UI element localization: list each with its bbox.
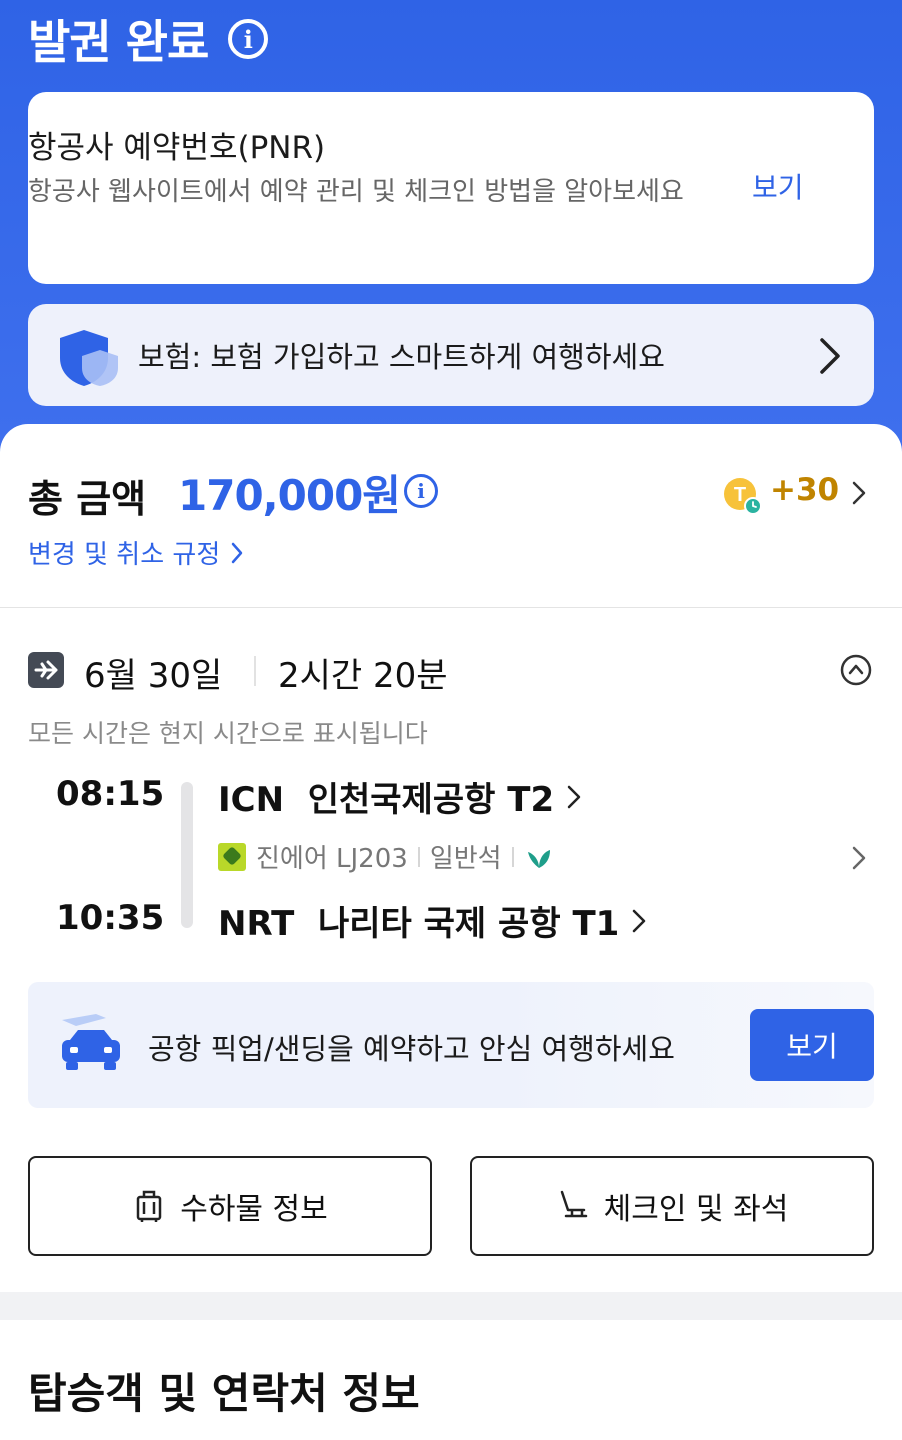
arrival-time: 10:35 — [56, 898, 165, 938]
timezone-note: 모든 시간은 현지 시간으로 표시됩니다 — [28, 719, 428, 748]
pnr-view-link[interactable]: 보기 — [752, 166, 804, 206]
flight-timeline-bar — [181, 782, 193, 928]
flight-date: 6월 30일 — [84, 656, 223, 696]
departure-airport[interactable]: ICN 인천국제공항 T2 — [218, 772, 582, 821]
divider — [417, 846, 420, 867]
airline-info[interactable]: 진에어 LJ203 일반석 — [218, 838, 552, 875]
flight-duration: 2시간 20분 — [278, 656, 448, 696]
jinair-logo-icon — [218, 842, 246, 871]
pickup-text: 공항 픽업/샌딩을 예약하고 안심 여행하세요 — [148, 1032, 675, 1066]
page-title: 발권 완료 — [28, 15, 209, 69]
insurance-text: 보험: 보험 가입하고 스마트하게 여행하세요 — [138, 340, 665, 374]
departure-time: 08:15 — [56, 774, 165, 814]
departure-airport-label: ICN 인천국제공항 T2 — [218, 780, 555, 820]
price-info-icon[interactable]: i — [404, 474, 438, 508]
seat-icon — [560, 1190, 587, 1218]
chevron-up-circle-icon[interactable] — [840, 654, 872, 686]
section-divider — [0, 607, 902, 608]
airline-flight: 진에어 LJ203 — [256, 844, 408, 874]
total-label: 총 금액 — [28, 477, 147, 521]
luggage-icon — [136, 1190, 162, 1222]
divider — [511, 846, 514, 867]
chevron-right-icon — [633, 909, 646, 932]
eco-leaf-icon — [527, 849, 550, 868]
svg-text:T: T — [734, 484, 746, 506]
car-plane-icon — [62, 1014, 120, 1070]
arrival-airport-label: NRT 나리타 국제 공항 T1 — [218, 904, 620, 944]
points-earned[interactable]: +30 — [770, 472, 839, 508]
policy-label: 변경 및 취소 규정 — [28, 540, 221, 570]
divider — [254, 656, 256, 686]
checkin-seat-button[interactable]: 체크인 및 좌석 — [470, 1156, 874, 1256]
airplane-icon — [28, 652, 64, 688]
total-amount: 170,000원 — [178, 471, 401, 520]
insurance-banner[interactable]: 보험: 보험 가입하고 스마트하게 여행하세요 — [28, 304, 874, 406]
info-icon[interactable]: i — [228, 19, 269, 59]
passenger-section-title: 탑승객 및 연락처 정보 — [28, 1369, 420, 1418]
checkin-label: 체크인 및 좌석 — [603, 1192, 789, 1227]
pickup-view-button[interactable]: 보기 — [750, 1009, 874, 1081]
arrival-airport[interactable]: NRT 나리타 국제 공항 T1 — [218, 896, 647, 945]
pnr-title: 항공사 예약번호(PNR) — [28, 130, 326, 166]
baggage-info-button[interactable]: 수하물 정보 — [28, 1156, 432, 1256]
page-header: 발권 완료 i — [28, 8, 269, 70]
cabin-class: 일반석 — [429, 844, 502, 874]
chevron-right-icon — [231, 542, 243, 563]
chevron-right-icon — [820, 338, 840, 374]
chevron-right-icon[interactable] — [850, 844, 868, 872]
shield-icon — [60, 330, 118, 386]
points-coin-icon: T — [724, 478, 762, 515]
cancellation-policy-link[interactable]: 변경 및 취소 규정 — [28, 534, 244, 571]
chevron-right-icon[interactable] — [850, 480, 868, 506]
section-separator — [0, 1292, 902, 1320]
chevron-right-icon — [567, 785, 581, 808]
baggage-label: 수하물 정보 — [180, 1192, 328, 1227]
pnr-description: 항공사 웹사이트에서 예약 관리 및 체크인 방법을 알아보세요 — [28, 177, 684, 207]
